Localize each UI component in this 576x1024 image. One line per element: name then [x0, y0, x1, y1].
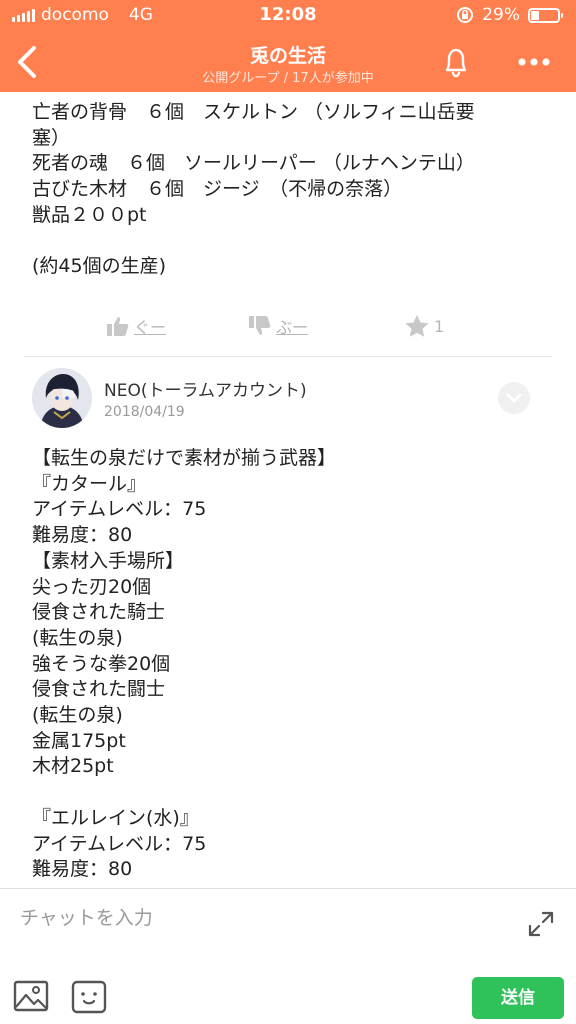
post-text-line: 難易度：80: [32, 858, 133, 881]
post-text-line: 木材25pt: [32, 755, 114, 778]
post-body: 亡者の背骨 ６個 スケルトン （ソルフィニ山岳要 塞） 死者の魂 ６個 ソールリーパ…: [32, 100, 475, 280]
boo-button[interactable]: ぶー: [248, 314, 308, 338]
group-title: 兎の生活: [249, 45, 326, 67]
post-text-line: 亡者の背骨 ６個 スケルトン （ソルフィニ山岳要: [32, 101, 475, 123]
post-text-line: (約45個の生産): [32, 255, 167, 278]
battery-percent: 29%: [482, 5, 520, 25]
author-name[interactable]: NEO(トーラムアカウント): [104, 376, 307, 401]
chat-input[interactable]: チャットを入力: [20, 903, 500, 935]
post-text-line: [32, 780, 552, 806]
more-dots-icon: [518, 58, 550, 66]
post-text-line: 【素材入手場所】: [32, 549, 185, 572]
post-text-line: 強そうな拳20個: [32, 652, 171, 675]
post-body: 【転生の泉だけで素材が揃う武器】 『カタール』 アイテムレベル：75 難易度：80 【素…: [32, 446, 552, 883]
thumbs-down-icon: [249, 316, 271, 335]
thumbs-up-icon: [107, 317, 129, 336]
post-feed[interactable]: 亡者の背骨 ６個 スケルトン （ソルフィニ山岳要 塞） 死者の魂 ６個 ソールリーパ…: [0, 92, 576, 888]
post-date: 2018/04/19: [104, 404, 185, 420]
more-button[interactable]: [512, 50, 556, 74]
post-options-button[interactable]: [498, 382, 530, 414]
post-text-line: 金属175pt: [32, 729, 126, 752]
post-text-line: 獣品２００pt: [32, 203, 147, 226]
chevron-down-icon: [506, 393, 522, 403]
send-button[interactable]: 送信: [472, 977, 564, 1019]
good-label: ぐー: [134, 318, 167, 337]
battery-icon: [528, 7, 563, 23]
post-text-line: アイテムレベル：75: [32, 498, 207, 521]
star-count: 1: [434, 316, 445, 336]
good-button[interactable]: ぐー: [106, 314, 166, 338]
expand-button[interactable]: [526, 909, 556, 939]
expand-icon: [528, 911, 554, 937]
sticker-icon: [71, 980, 107, 1014]
post-text-line: アイテムレベル：75: [32, 832, 207, 855]
post-text-line: 難易度：80: [32, 524, 133, 547]
post-text-line: [32, 229, 475, 255]
star-button[interactable]: 1: [404, 314, 444, 338]
avatar[interactable]: [32, 368, 92, 428]
sticker-button[interactable]: [70, 979, 108, 1015]
image-icon: [13, 980, 49, 1012]
image-button[interactable]: [12, 979, 50, 1013]
rotation-lock-icon: [457, 7, 474, 23]
post-text-line: 古びた木材 ６個 ジージ （不帰の奈落）: [32, 178, 403, 201]
post-text-line: 死者の魂 ６個 ソールリーパー （ルナヘンテ山）: [32, 152, 475, 175]
status-right: 29%: [456, 5, 563, 25]
post-text-line: 侵食された闘士: [32, 678, 166, 701]
post-text-line: 侵食された騎士: [32, 601, 166, 624]
boo-label: ぶー: [276, 318, 309, 337]
bell-icon: [445, 48, 467, 78]
chat-input-bar: チャットを入力 送信: [0, 888, 576, 1024]
avatar-image: [32, 368, 92, 428]
post-text-line: 尖った刃20個: [32, 575, 152, 598]
reaction-bar: ぐー ぶー 1: [0, 310, 576, 344]
notification-button[interactable]: [436, 44, 476, 80]
post-divider: [24, 356, 552, 357]
nav-bar: 兎の生活 公開グループ / 17人が参加中: [0, 32, 576, 92]
post-text-line: 『エルレイン(水)』: [32, 806, 199, 829]
post-text-line: 『カタール』: [32, 472, 147, 495]
post-text-line: (転生の泉): [32, 704, 123, 727]
star-icon: [405, 315, 429, 337]
post-text-line: (転生の泉): [32, 626, 123, 649]
post-text-line: 【転生の泉だけで素材が揃う武器】: [32, 447, 337, 469]
group-subtitle: 公開グループ / 17人が参加中: [202, 71, 374, 86]
status-bar: docomo 4G 12:08 29%: [0, 0, 576, 32]
post-text-line: 塞）: [32, 126, 71, 149]
